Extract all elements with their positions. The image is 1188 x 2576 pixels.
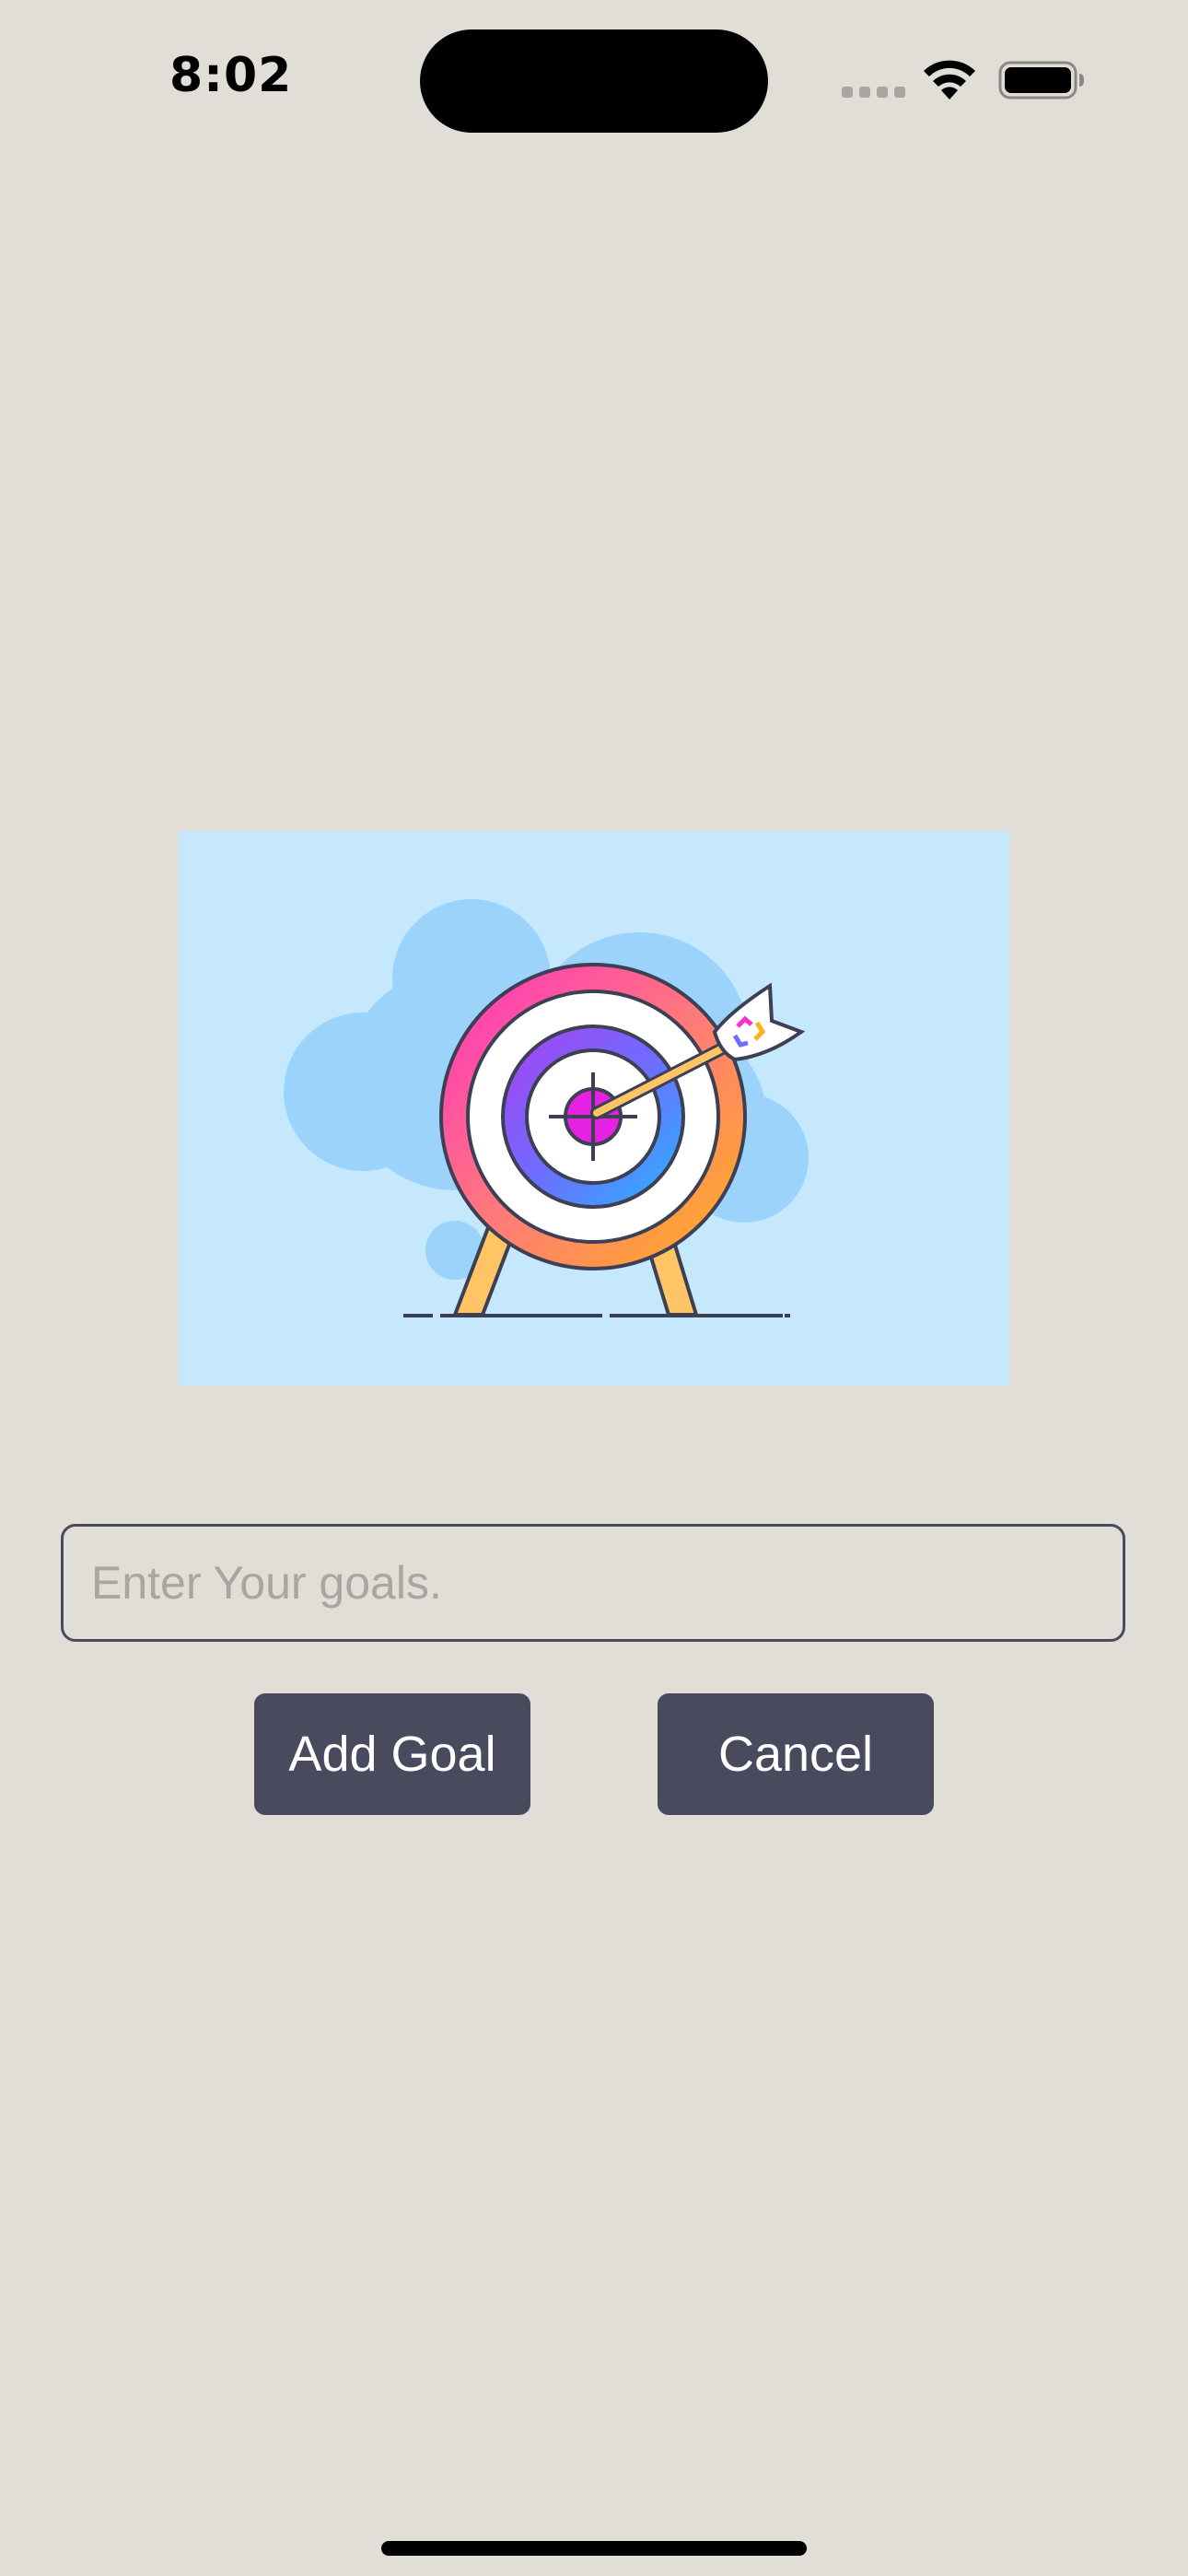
goal-input[interactable] (61, 1524, 1125, 1642)
add-goal-button-label: Add Goal (288, 1727, 496, 1782)
battery-icon (998, 61, 1084, 100)
home-indicator[interactable] (381, 2541, 807, 2556)
wifi-icon (924, 60, 975, 100)
cancel-button[interactable]: Cancel (658, 1693, 934, 1815)
cancel-button-label: Cancel (717, 1727, 874, 1782)
status-time: 8:02 (169, 48, 293, 103)
add-goal-button[interactable]: Add Goal (254, 1693, 530, 1815)
target-illustration (179, 831, 1009, 1386)
target-with-arrow-icon (284, 899, 809, 1317)
add-goal-screen: 8:02 Enter Your goals. Add Goal Cancel (0, 0, 1188, 2576)
signal-dots-icon (842, 87, 905, 98)
dynamic-island (420, 29, 768, 133)
